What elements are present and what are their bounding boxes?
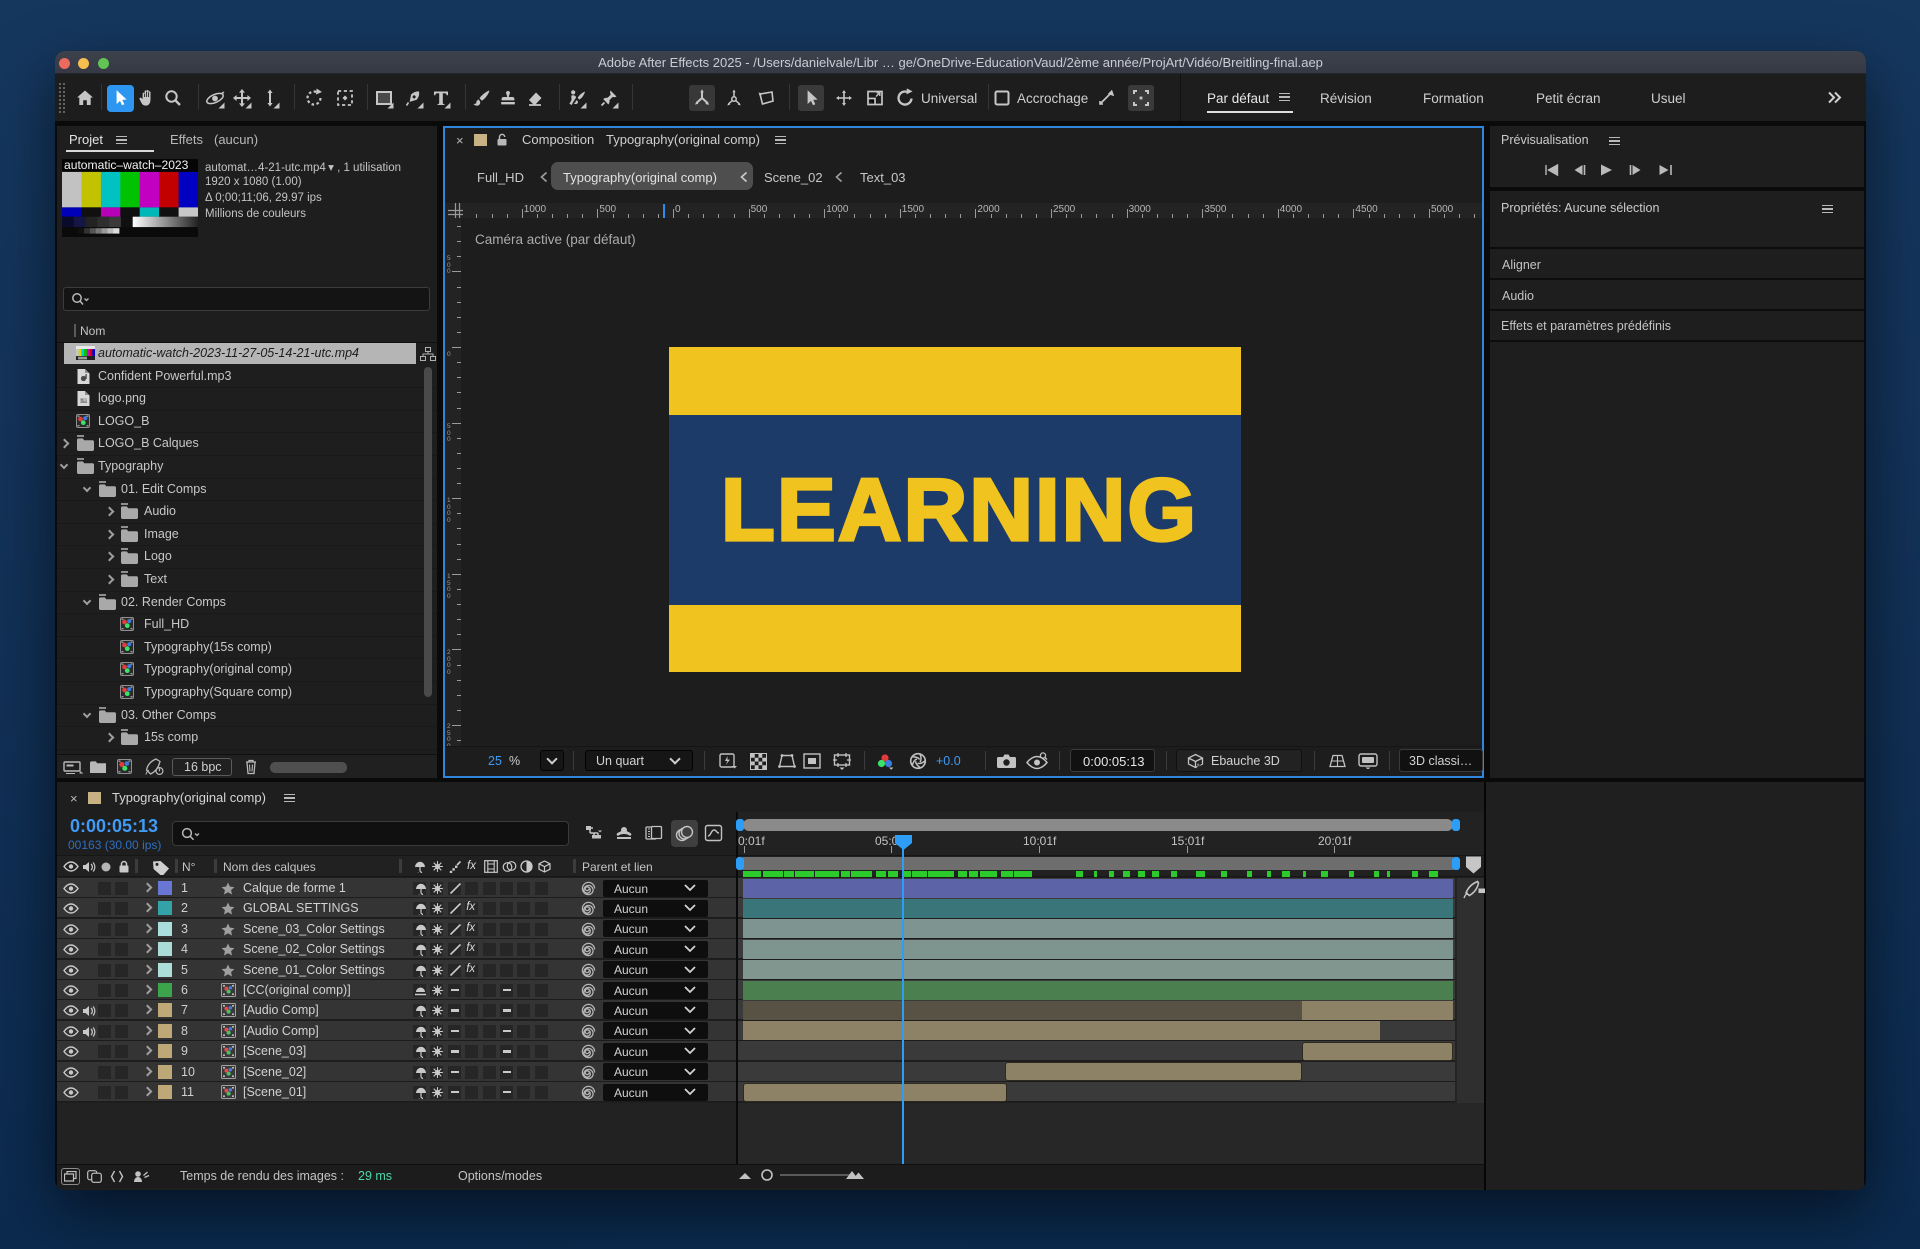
svg-text:automatic–watch–2023: automatic–watch–2023 bbox=[64, 159, 189, 172]
